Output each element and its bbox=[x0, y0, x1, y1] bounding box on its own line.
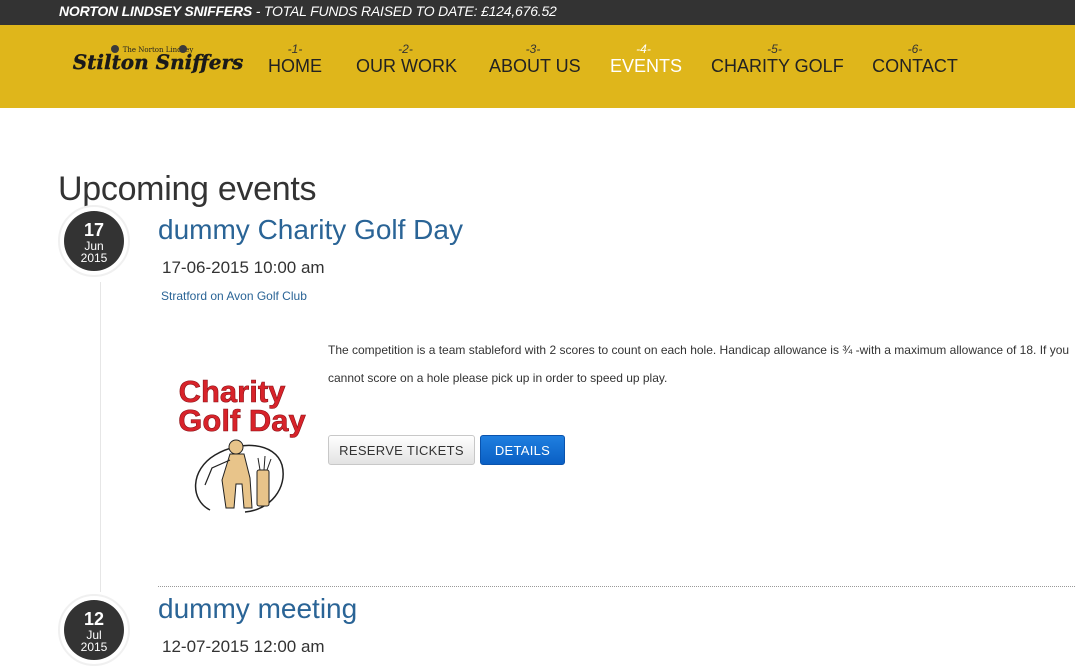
nav-contact[interactable]: -6- CONTACT bbox=[872, 42, 958, 76]
nav-our-work[interactable]: -2- OUR WORK bbox=[356, 42, 457, 76]
nav-events-label: EVENTS bbox=[610, 56, 683, 76]
nav-home-label: HOME bbox=[268, 56, 322, 76]
nav-home-number: -1- bbox=[287, 42, 303, 56]
date-year: 2015 bbox=[80, 251, 108, 265]
reserve-tickets-button[interactable]: RESERVE TICKETS bbox=[328, 435, 475, 465]
event-venue-link[interactable]: Stratford on Avon Golf Club bbox=[161, 289, 307, 303]
date-badge-inner: 12 Jul 2015 bbox=[64, 600, 124, 660]
event-title-link[interactable]: dummy meeting bbox=[158, 593, 357, 625]
event-datetime: 12-07-2015 12:00 am bbox=[162, 637, 325, 656]
event-date-badge: 12 Jul 2015 bbox=[58, 594, 130, 666]
funds-raised-banner: NORTON LINDSEY SNIFFERS - TOTAL FUNDS RA… bbox=[59, 3, 557, 19]
details-button[interactable]: DETAILS bbox=[480, 435, 565, 465]
nav-contact-number: -6- bbox=[907, 42, 923, 56]
top-bar: NORTON LINDSEY SNIFFERS - TOTAL FUNDS RA… bbox=[0, 0, 1075, 25]
nav-about-us-number: -3- bbox=[525, 42, 541, 56]
nav-home[interactable]: -1- HOME bbox=[268, 42, 322, 76]
org-name: NORTON LINDSEY SNIFFERS bbox=[59, 3, 252, 19]
nav-events[interactable]: -4- EVENTS bbox=[610, 42, 683, 76]
event-description: The competition is a team stableford wit… bbox=[328, 343, 1070, 385]
nav-events-number: -4- bbox=[636, 42, 651, 56]
date-day: 12 bbox=[83, 609, 105, 629]
nav-charity-golf-label: CHARITY GOLF bbox=[711, 56, 844, 76]
event-title-link[interactable]: dummy Charity Golf Day bbox=[158, 214, 463, 246]
nav-contact-label: CONTACT bbox=[872, 56, 958, 76]
logo-text: Stilton Sniffers bbox=[73, 50, 244, 74]
nav-about-us[interactable]: -3- ABOUT US bbox=[489, 42, 581, 76]
nav-our-work-label: OUR WORK bbox=[356, 56, 457, 76]
date-badge-inner: 17 Jun 2015 bbox=[64, 211, 124, 271]
stilton-sniffers-logo[interactable]: The Norton Lindsey Stilton Sniffers bbox=[58, 41, 258, 75]
nav-about-us-label: ABOUT US bbox=[489, 56, 581, 76]
timeline-line bbox=[100, 282, 101, 592]
main-navbar: The Norton Lindsey Stilton Sniffers -1- … bbox=[0, 25, 1075, 108]
nav-charity-golf[interactable]: -5- CHARITY GOLF bbox=[711, 42, 844, 76]
funds-total: - TOTAL FUNDS RAISED TO DATE: £124,676.5… bbox=[252, 3, 557, 19]
golfer-illustration bbox=[194, 439, 284, 513]
date-day: 17 bbox=[83, 220, 105, 240]
image-text-line2: Golf Day bbox=[178, 403, 306, 438]
event-datetime: 17-06-2015 10:00 am bbox=[162, 258, 325, 277]
event-date-badge: 17 Jun 2015 bbox=[58, 205, 130, 277]
charity-golf-day-image: Charity Golf Day bbox=[178, 374, 307, 513]
event-divider bbox=[158, 586, 1075, 587]
page-title: Upcoming events bbox=[58, 170, 317, 208]
nav-charity-golf-number: -5- bbox=[767, 42, 782, 56]
nav-our-work-number: -2- bbox=[398, 42, 413, 56]
date-year: 2015 bbox=[80, 640, 108, 654]
